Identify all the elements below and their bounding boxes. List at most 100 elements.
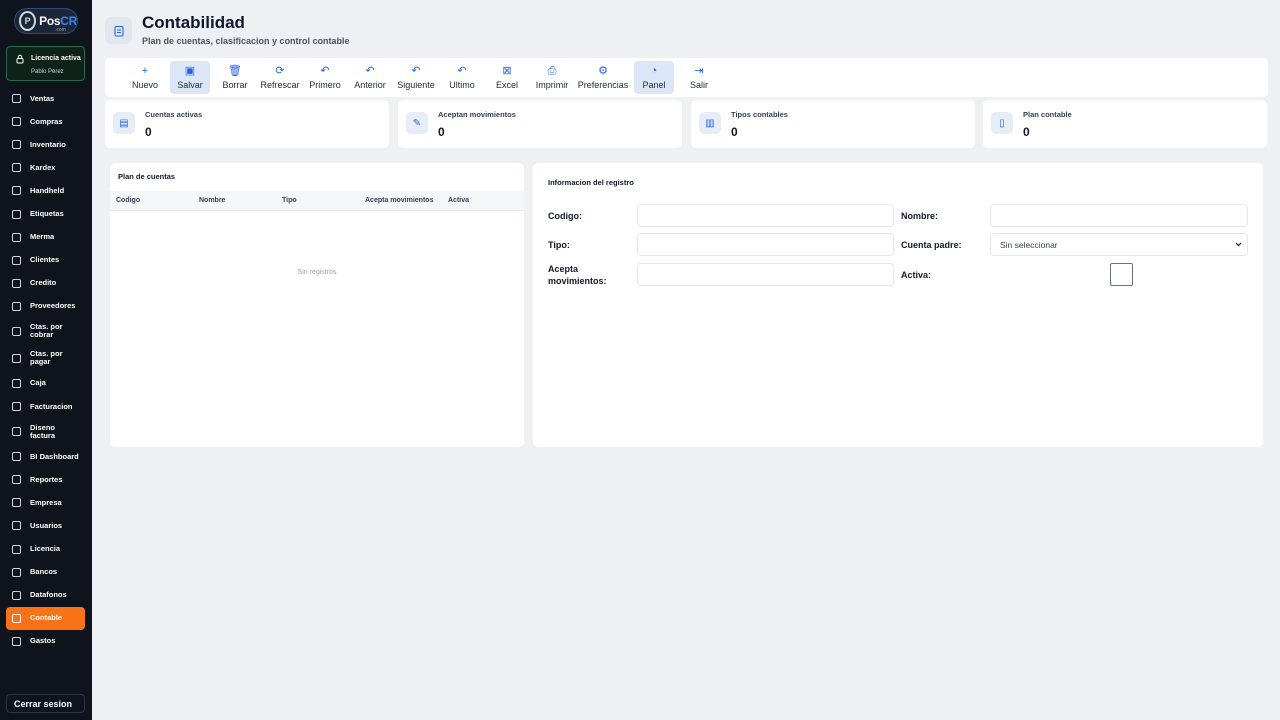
col-codigo[interactable]: Codigo: [116, 197, 140, 204]
sidebar-item-empresa[interactable]: Empresa: [6, 491, 85, 514]
scanner-icon: [12, 186, 21, 196]
sidebar-item-inventario[interactable]: Inventario: [6, 133, 85, 156]
col-nombre[interactable]: Nombre: [199, 197, 225, 204]
nombre-label: Nombre:: [901, 211, 939, 221]
primero-button[interactable]: ↶ Primero: [305, 61, 345, 94]
salvar-button[interactable]: ▣ Salvar: [170, 61, 210, 94]
box-icon: [12, 140, 21, 150]
stat-icon: ▥: [699, 112, 721, 134]
receipt-icon: [12, 117, 21, 127]
sidebar-item-label: Diseno factura: [30, 422, 56, 440]
cuenta-padre-value: Sin seleccionar: [1000, 239, 1058, 250]
sidebar-item-label: Proveedores: [30, 301, 76, 311]
sidebar-item-licencia[interactable]: Licencia: [6, 538, 85, 561]
sidebar-item-compras[interactable]: Compras: [6, 110, 85, 133]
stat-value: 0: [731, 125, 738, 139]
stat-card: ▥ Tipos contables 0: [691, 100, 975, 148]
sidebar-item-kardex[interactable]: Kardex: [6, 156, 85, 179]
stat-card: ✎ Aceptan movimientos 0: [398, 100, 682, 148]
col-activa[interactable]: Activa: [448, 197, 469, 204]
trash-icon: [12, 232, 21, 242]
col-tipo[interactable]: Tipo: [282, 197, 297, 204]
sidebar-item-etiquetas[interactable]: Etiquetas: [6, 202, 85, 225]
sidebar-item-merma[interactable]: Merma: [6, 226, 85, 249]
sidebar-item-label: Ventas: [30, 93, 55, 103]
sidebar-item-label: Ctas. por cobrar: [30, 322, 63, 340]
sidebar-item-bi-dashboard[interactable]: BI Dashboard: [6, 445, 85, 468]
sidebar-item-label: Bancos: [30, 567, 58, 577]
sidebar-item-bancos[interactable]: Bancos: [6, 561, 85, 584]
license-title: Licencia activa: [31, 55, 81, 62]
license-user: Pablo Perez: [31, 69, 64, 75]
bar-chart-icon: [12, 475, 21, 485]
accounts-panel: Plan de cuentas Codigo Nombre Tipo Acept…: [110, 163, 524, 447]
sidebar-item-handheld[interactable]: Handheld: [6, 179, 85, 202]
salvar-icon: ▣: [184, 65, 196, 77]
license-status: Licencia activa Pablo Perez: [6, 46, 85, 81]
clipboard-icon: [12, 613, 21, 623]
sidebar-item-ctas-por-cobrar[interactable]: Ctas. por cobrar: [6, 318, 85, 345]
sidebar-item-ctas-por-pagar[interactable]: Ctas. por pagar: [6, 345, 85, 372]
lock-icon: [12, 544, 21, 554]
salir-button[interactable]: ⇥ Salir: [679, 61, 719, 94]
sidebar-item-reportes[interactable]: Reportes: [6, 468, 85, 491]
stat-glyph: ▤: [119, 117, 129, 129]
tag-icon: [12, 209, 21, 219]
sidebar-item-ventas[interactable]: Ventas: [6, 87, 85, 110]
tipo-label: Tipo:: [548, 240, 570, 250]
stat-value: 0: [1023, 125, 1030, 139]
users-icon: [12, 301, 21, 311]
sidebar-item-contable[interactable]: Contable: [6, 606, 85, 630]
chart-icon: [12, 163, 21, 173]
stat-icon: ▤: [113, 112, 135, 134]
acepta-movimientos-input[interactable]: [637, 263, 894, 286]
nombre-input[interactable]: [990, 204, 1248, 227]
borrar-icon: 🗑: [228, 65, 242, 77]
sidebar-item-diseno-factura[interactable]: Diseno factura: [6, 418, 85, 445]
sidebar-item-datafonos[interactable]: Datafonos: [6, 584, 85, 607]
sidebar-item-label: Compras: [30, 116, 63, 126]
excel-button[interactable]: ⊠ Excel: [487, 61, 527, 94]
record-panel: Informacion del registro Codigo: Nombre:…: [533, 163, 1263, 447]
stat-glyph: ▥: [705, 117, 715, 129]
ultimo-button[interactable]: ↶ Ultimo: [442, 61, 482, 94]
sidebar-item-clientes[interactable]: Clientes: [6, 249, 85, 272]
brand-name-suffix: CR: [60, 14, 77, 28]
sidebar-item-credito[interactable]: Credito: [6, 272, 85, 295]
stat-value: 0: [145, 125, 152, 139]
chevron-down-icon: [1235, 242, 1242, 247]
lock-icon: [16, 54, 24, 64]
cash-icon: [12, 378, 21, 388]
stat-value: 0: [438, 125, 445, 139]
borrar-button[interactable]: 🗑 Borrar: [215, 61, 255, 94]
siguiente-button[interactable]: ↶ Siguiente: [396, 61, 436, 94]
cuenta-padre-label: Cuenta padre:: [901, 240, 962, 250]
sidebar-item-caja[interactable]: Caja: [6, 372, 85, 395]
preferencias-button[interactable]: ⚙ Preferencias: [577, 61, 629, 94]
anterior-button[interactable]: ↶ Anterior: [350, 61, 390, 94]
sidebar-item-gastos[interactable]: Gastos: [6, 630, 85, 653]
sidebar-nav: Ventas Compras Inventario Kardex Handheld Eti…: [6, 87, 85, 653]
tipo-input[interactable]: [637, 233, 894, 256]
logo-mark-letter: P: [24, 16, 31, 26]
ultimo-icon: ↶: [457, 65, 467, 77]
sidebar-item-usuarios[interactable]: Usuarios: [6, 514, 85, 537]
anterior-icon: ↶: [365, 65, 375, 77]
gauge-icon: [12, 452, 21, 462]
sidebar-item-facturacion[interactable]: Facturacion: [6, 395, 85, 418]
stat-icon: ✎: [406, 112, 428, 134]
cuenta-padre-select[interactable]: Sin seleccionar: [990, 233, 1248, 256]
stat-glyph: ▯: [999, 117, 1005, 129]
codigo-input[interactable]: [637, 204, 894, 227]
nuevo-button[interactable]: + Nuevo: [125, 61, 165, 94]
sidebar-item-proveedores[interactable]: Proveedores: [6, 295, 85, 318]
imprimir-button[interactable]: ⎙ Imprimir: [532, 61, 572, 94]
refrescar-button[interactable]: ⟳ Refrescar: [260, 61, 300, 94]
activa-checkbox[interactable]: [1110, 263, 1133, 286]
cart-icon: [12, 94, 21, 104]
record-title: Informacion del registro: [548, 178, 634, 187]
panel-button[interactable]: ◔ Panel: [634, 61, 674, 94]
logout-button[interactable]: Cerrar sesion: [6, 694, 85, 713]
col-acepta-movimientos[interactable]: Acepta movimientos: [365, 197, 433, 204]
toolbar-label: Preferencias: [577, 80, 629, 90]
